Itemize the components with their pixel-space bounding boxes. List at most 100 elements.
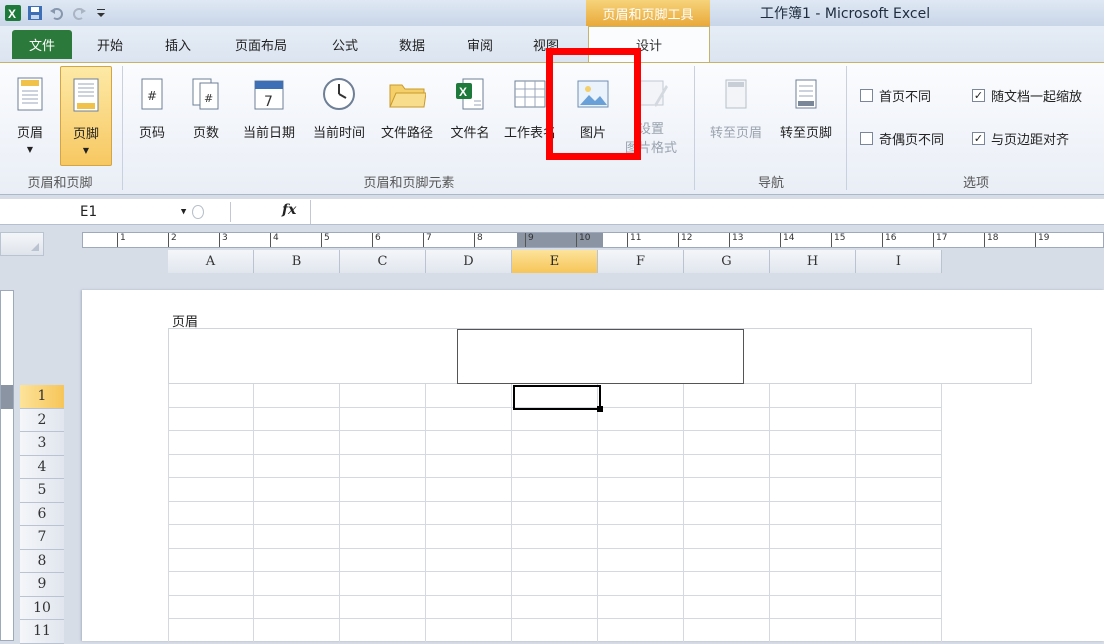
cell[interactable] xyxy=(856,384,942,408)
cell[interactable] xyxy=(426,431,512,455)
cell[interactable] xyxy=(254,572,340,596)
row-header[interactable]: 2 xyxy=(20,408,64,432)
cell[interactable] xyxy=(856,501,942,525)
cell[interactable] xyxy=(598,431,684,455)
cell[interactable] xyxy=(512,525,598,549)
column-header[interactable]: F xyxy=(598,250,684,273)
cell[interactable] xyxy=(426,454,512,478)
cell[interactable] xyxy=(340,478,426,502)
cell[interactable] xyxy=(168,431,254,455)
vertical-ruler[interactable] xyxy=(0,290,14,641)
cell[interactable] xyxy=(684,478,770,502)
column-header[interactable]: D xyxy=(426,250,512,273)
cell[interactable] xyxy=(254,525,340,549)
cell[interactable] xyxy=(254,384,340,408)
cell[interactable] xyxy=(426,595,512,619)
active-cell-e1[interactable] xyxy=(513,385,601,410)
tab-page-layout[interactable]: 页面布局 xyxy=(228,30,294,58)
cell[interactable] xyxy=(340,619,426,643)
tab-formulas[interactable]: 公式 xyxy=(327,30,363,58)
cell[interactable] xyxy=(684,407,770,431)
column-header[interactable]: H xyxy=(770,250,856,273)
cell[interactable] xyxy=(598,384,684,408)
tab-data[interactable]: 数据 xyxy=(394,30,430,58)
cell[interactable] xyxy=(856,478,942,502)
cell[interactable] xyxy=(168,384,254,408)
row-header[interactable]: 6 xyxy=(20,502,64,526)
cell[interactable] xyxy=(770,525,856,549)
cell[interactable] xyxy=(856,548,942,572)
cell[interactable] xyxy=(684,525,770,549)
fill-handle[interactable] xyxy=(597,406,603,412)
page-number-button[interactable]: # 页码 xyxy=(132,66,172,166)
cell[interactable] xyxy=(598,525,684,549)
row-header[interactable]: 8 xyxy=(20,549,64,573)
cell[interactable] xyxy=(254,407,340,431)
cell[interactable] xyxy=(770,384,856,408)
option-different-first-page[interactable]: 首页不同 xyxy=(860,86,931,105)
cell[interactable] xyxy=(254,548,340,572)
page-count-button[interactable]: # 页数 xyxy=(184,66,228,166)
footer-button[interactable]: 页脚 ▼ xyxy=(60,66,112,166)
customize-icon[interactable] xyxy=(92,4,110,22)
cell[interactable] xyxy=(512,595,598,619)
cell[interactable] xyxy=(426,478,512,502)
checkbox-checked-icon[interactable]: ✓ xyxy=(972,89,985,102)
cell[interactable] xyxy=(168,454,254,478)
cell[interactable] xyxy=(598,619,684,643)
cell[interactable] xyxy=(254,501,340,525)
cell[interactable] xyxy=(254,478,340,502)
cell[interactable] xyxy=(512,548,598,572)
cell[interactable] xyxy=(426,619,512,643)
column-header[interactable]: E xyxy=(512,250,598,273)
cell[interactable] xyxy=(598,407,684,431)
cell[interactable] xyxy=(426,501,512,525)
cell[interactable] xyxy=(340,501,426,525)
cell[interactable] xyxy=(598,478,684,502)
tab-review[interactable]: 审阅 xyxy=(462,30,498,58)
cell[interactable] xyxy=(426,407,512,431)
select-all-corner[interactable] xyxy=(0,232,44,256)
cell[interactable] xyxy=(168,501,254,525)
row-header[interactable]: 11 xyxy=(20,620,64,644)
cell[interactable] xyxy=(168,525,254,549)
row-header[interactable]: 1 xyxy=(20,385,64,409)
cell[interactable] xyxy=(770,572,856,596)
cell[interactable] xyxy=(426,572,512,596)
formula-input[interactable] xyxy=(310,200,1104,224)
cell[interactable] xyxy=(340,595,426,619)
tab-home[interactable]: 开始 xyxy=(92,30,128,58)
cell[interactable] xyxy=(426,548,512,572)
tab-file[interactable]: 文件 xyxy=(12,30,72,59)
cell[interactable] xyxy=(770,478,856,502)
cell[interactable] xyxy=(340,431,426,455)
option-align-with-margins[interactable]: ✓ 与页边距对齐 xyxy=(972,129,1069,148)
cell[interactable] xyxy=(598,595,684,619)
checkbox-checked-icon[interactable]: ✓ xyxy=(972,132,985,145)
cell[interactable] xyxy=(684,548,770,572)
cell[interactable] xyxy=(684,454,770,478)
cell[interactable] xyxy=(598,454,684,478)
cell[interactable] xyxy=(340,548,426,572)
option-different-odd-even[interactable]: 奇偶页不同 xyxy=(860,129,944,148)
cell[interactable] xyxy=(770,454,856,478)
header-button[interactable]: 页眉 ▼ xyxy=(8,66,52,166)
cell[interactable] xyxy=(684,572,770,596)
fx-icon[interactable]: fx xyxy=(282,202,296,218)
cell[interactable] xyxy=(856,407,942,431)
cell[interactable] xyxy=(340,525,426,549)
column-header[interactable]: A xyxy=(168,250,254,273)
cell[interactable] xyxy=(770,595,856,619)
cell[interactable] xyxy=(512,407,598,431)
file-path-button[interactable]: 文件路径 xyxy=(374,66,440,166)
cell[interactable] xyxy=(168,407,254,431)
row-header[interactable]: 3 xyxy=(20,432,64,456)
goto-footer-button[interactable]: 转至页脚 xyxy=(772,66,840,166)
chevron-down-icon[interactable]: ▼ xyxy=(181,207,186,217)
row-header[interactable]: 5 xyxy=(20,479,64,503)
file-name-button[interactable]: X 文件名 xyxy=(444,66,496,166)
cell[interactable] xyxy=(856,595,942,619)
cell[interactable] xyxy=(512,478,598,502)
row-header[interactable]: 10 xyxy=(20,596,64,620)
option-scale-with-document[interactable]: ✓ 随文档一起缩放 xyxy=(972,86,1082,105)
